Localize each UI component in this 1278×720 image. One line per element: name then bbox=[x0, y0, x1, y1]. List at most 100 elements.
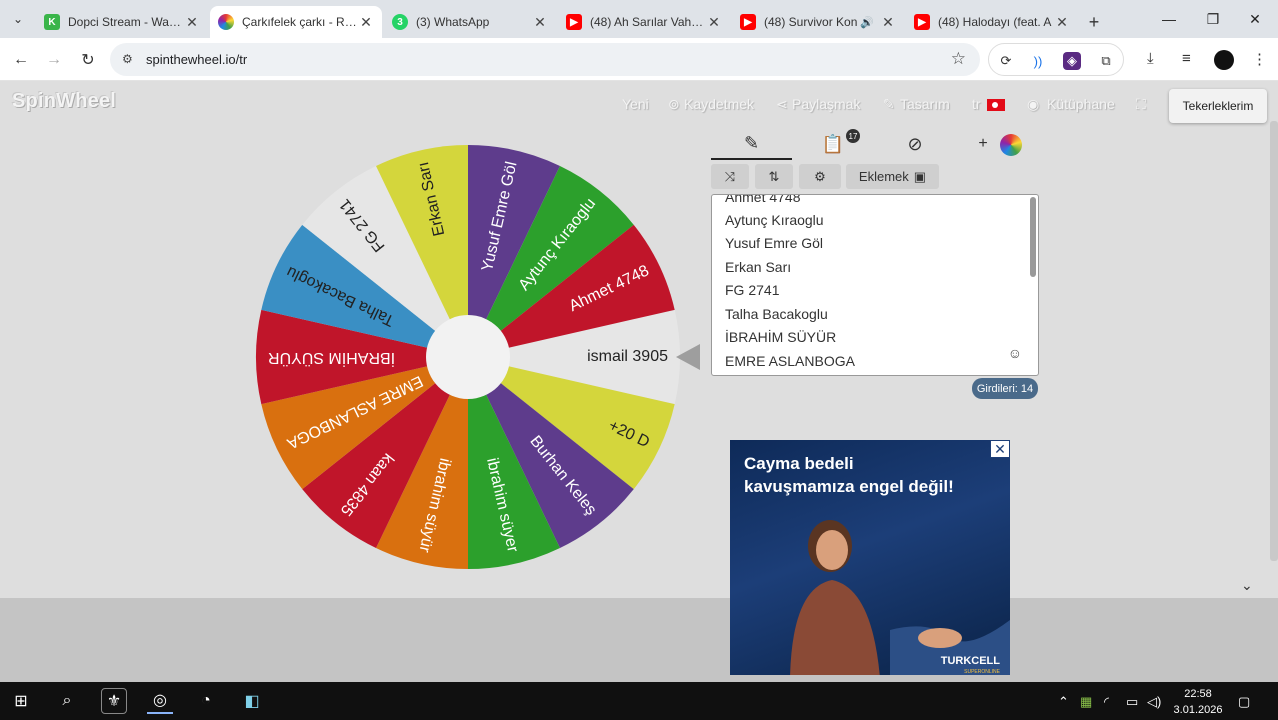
wifi-icon[interactable]: ◜ bbox=[1104, 694, 1109, 710]
bottom-overlay bbox=[0, 598, 1278, 682]
spin-wheel[interactable]: ismail 3905+20 DBurhan Keleşibrahim süye… bbox=[254, 143, 682, 571]
speaker-icon[interactable]: 🔊 bbox=[860, 16, 874, 29]
youtube-icon: ▶ bbox=[740, 14, 756, 30]
windows-taskbar: ⊞ ⌕ ⚜ ◎ ◔ ◧ ⌃ ▦ ◜ ▭ ◁) 22:58 3.01.2026 ▢ bbox=[0, 682, 1278, 720]
results-count-badge: 17 bbox=[846, 129, 860, 143]
tab-whatsapp[interactable]: 3 (3) WhatsApp ✕ bbox=[384, 6, 556, 38]
gear-icon: ⚙ bbox=[814, 168, 826, 184]
purple-extension-icon[interactable]: ◈ bbox=[1063, 52, 1081, 70]
wheel-center[interactable] bbox=[426, 315, 510, 399]
search-icon[interactable]: ⌕ bbox=[54, 688, 80, 714]
spinwheel-icon bbox=[218, 14, 234, 30]
restore-icon[interactable]: ❐ bbox=[1190, 0, 1236, 38]
entries-textarea[interactable]: Ahmet 4748 Aytunç Kıraoglu Yusuf Emre Gö… bbox=[711, 194, 1039, 376]
my-wheels-button[interactable]: Tekerleklerim bbox=[1169, 89, 1267, 123]
tab-youtube-1[interactable]: ▶ (48) Ah Sarılar Vah Sa ✕ bbox=[558, 6, 730, 38]
sort-icon: ⇅ bbox=[768, 168, 780, 184]
url-text[interactable]: spinthewheel.io/tr bbox=[146, 52, 247, 67]
download-icon[interactable]: ⤓ bbox=[1147, 50, 1154, 67]
share-icon[interactable]: ⋖ bbox=[776, 96, 788, 113]
site-logo[interactable]: SpinWheel bbox=[12, 90, 116, 113]
nav-library[interactable]: Kütüphane bbox=[1047, 96, 1115, 112]
shuffle-icon: ⤨ bbox=[724, 168, 736, 184]
nav-design[interactable]: Tasarım bbox=[900, 96, 950, 112]
minimize-icon[interactable]: — bbox=[1146, 0, 1192, 38]
ad-headline: Cayma bedeli kavuşmamıza engel değil! bbox=[744, 452, 954, 498]
new-tab-button[interactable]: + bbox=[1080, 6, 1108, 38]
sort-button[interactable]: ⇅ bbox=[755, 164, 793, 189]
advertisement-banner[interactable]: Cayma bedeli kavuşmamıza engel değil! ✕ … bbox=[730, 440, 1010, 675]
close-tab-icon[interactable]: ✕ bbox=[184, 14, 200, 31]
omnibox[interactable]: ⚙ spinthewheel.io/tr ☆ bbox=[110, 43, 980, 76]
close-tab-icon[interactable]: ✕ bbox=[1054, 14, 1070, 31]
close-tab-icon[interactable]: ✕ bbox=[880, 14, 896, 31]
emoji-picker-icon[interactable]: ☺ bbox=[1008, 345, 1022, 361]
color-palette-icon[interactable] bbox=[1000, 134, 1022, 156]
close-tab-icon[interactable]: ✕ bbox=[706, 14, 722, 31]
extensions-group: ⟳ )) ◈ ⧉ bbox=[988, 43, 1124, 76]
clock-date: 3.01.2026 bbox=[1173, 704, 1223, 716]
tab-dopci[interactable]: K Dopci Stream - Watch ✕ bbox=[36, 6, 208, 38]
fullscreen-icon[interactable]: ⛶ bbox=[1136, 96, 1146, 113]
notification-icon[interactable]: ▢ bbox=[1238, 694, 1250, 710]
browser-tab-strip: ⌄ K Dopci Stream - Watch ✕ Çarkıfelek ça… bbox=[0, 0, 1278, 38]
site-info-icon[interactable]: ⚙ bbox=[122, 52, 133, 66]
nav-new[interactable]: Yeni bbox=[622, 96, 649, 112]
page-content: SpinWheel Yeni ⊚ Kaydetmek ⋖ Paylaşmak ✎… bbox=[0, 81, 1278, 682]
nav-language[interactable]: tr bbox=[972, 96, 1005, 112]
settings-button[interactable]: ⚙ bbox=[799, 164, 841, 189]
audio-extension-icon[interactable]: )) bbox=[1029, 52, 1047, 70]
close-tab-icon[interactable]: ✕ bbox=[532, 14, 548, 31]
page-scrollbar[interactable] bbox=[1270, 121, 1278, 561]
tab-youtube-2[interactable]: ▶ (48) Survivor Kon 🔊 ✕ bbox=[732, 6, 904, 38]
hide-tab-eye-off-icon[interactable]: ⊘ bbox=[891, 128, 939, 160]
chevron-down-icon[interactable]: ⌄ bbox=[1241, 577, 1253, 594]
nav-save[interactable]: Kaydetmek bbox=[684, 96, 754, 112]
shuffle-button[interactable]: ⤨ bbox=[711, 164, 749, 189]
pencil-icon[interactable]: ✎ bbox=[883, 96, 895, 113]
forward-icon[interactable]: → bbox=[41, 47, 67, 73]
tray-app-icon[interactable]: ▦ bbox=[1080, 694, 1092, 710]
library-icon[interactable]: ◉ bbox=[1027, 96, 1039, 113]
volume-icon[interactable]: ◁) bbox=[1147, 694, 1161, 710]
bookmark-star-icon[interactable]: ☆ bbox=[951, 49, 966, 69]
edit-tab-pencil-icon[interactable]: ✎ bbox=[711, 128, 792, 160]
entry-line: FG 2741 bbox=[725, 282, 780, 298]
add-color-plus-icon[interactable]: + bbox=[972, 128, 994, 160]
puzzle-extensions-icon[interactable]: ⧉ bbox=[1097, 52, 1115, 70]
wheel-segment-label: ismail 3905 bbox=[587, 348, 668, 365]
profile-avatar[interactable] bbox=[1214, 50, 1234, 70]
battery-icon[interactable]: ▭ bbox=[1126, 694, 1138, 710]
entries-scrollbar[interactable] bbox=[1030, 197, 1036, 277]
ad-close-icon[interactable]: ✕ bbox=[990, 440, 1010, 458]
taskbar-clock[interactable]: 22:58 3.01.2026 bbox=[1170, 686, 1226, 718]
add-button-label: Eklemek bbox=[858, 169, 909, 184]
windows-start-icon[interactable]: ⊞ bbox=[8, 688, 34, 714]
sync-extension-icon[interactable]: ⟳ bbox=[997, 52, 1015, 70]
entry-line: İBRAHİM SÜYÜR bbox=[725, 329, 837, 345]
app-icon[interactable]: ◔ bbox=[193, 688, 219, 714]
back-icon[interactable]: ← bbox=[8, 47, 34, 73]
tab-search-icon[interactable]: ⌄ bbox=[0, 0, 36, 38]
reload-icon[interactable]: ↻ bbox=[75, 47, 101, 73]
more-menu-icon[interactable]: ⋮ bbox=[1252, 50, 1267, 68]
tab-youtube-3[interactable]: ▶ (48) Halodayı (feat. A ✕ bbox=[906, 6, 1078, 38]
address-bar: ← → ↻ ⚙ spinthewheel.io/tr ☆ ⟳ )) ◈ ⧉ ⤓ … bbox=[0, 38, 1278, 81]
entry-line: EMRE ASLANBOGA bbox=[725, 353, 855, 369]
add-image-button[interactable]: Eklemek ▣ bbox=[846, 164, 939, 189]
entry-line: Erkan Sarı bbox=[725, 259, 792, 275]
save-icon[interactable]: ⊚ bbox=[668, 96, 680, 113]
app-icon[interactable]: ⚜ bbox=[101, 688, 127, 714]
tray-arrow-icon[interactable]: ⌃ bbox=[1058, 694, 1069, 710]
tab-title: (3) WhatsApp bbox=[416, 15, 490, 29]
notes-icon[interactable]: ◧ bbox=[239, 688, 265, 714]
close-tab-icon[interactable]: ✕ bbox=[358, 14, 374, 31]
nav-share[interactable]: Paylaşmak bbox=[792, 96, 860, 112]
tab-spinwheel[interactable]: Çarkıfelek çarkı - Rast ✕ bbox=[210, 6, 382, 38]
close-window-icon[interactable]: ✕ bbox=[1232, 0, 1278, 38]
chrome-icon[interactable]: ◎ bbox=[147, 688, 173, 714]
wheel-pointer bbox=[676, 344, 700, 370]
entries-count-badge: Girdileri: 14 bbox=[972, 378, 1038, 399]
media-control-icon[interactable]: ≡ bbox=[1182, 50, 1191, 67]
tab-title: (48) Halodayı (feat. A bbox=[938, 15, 1052, 29]
